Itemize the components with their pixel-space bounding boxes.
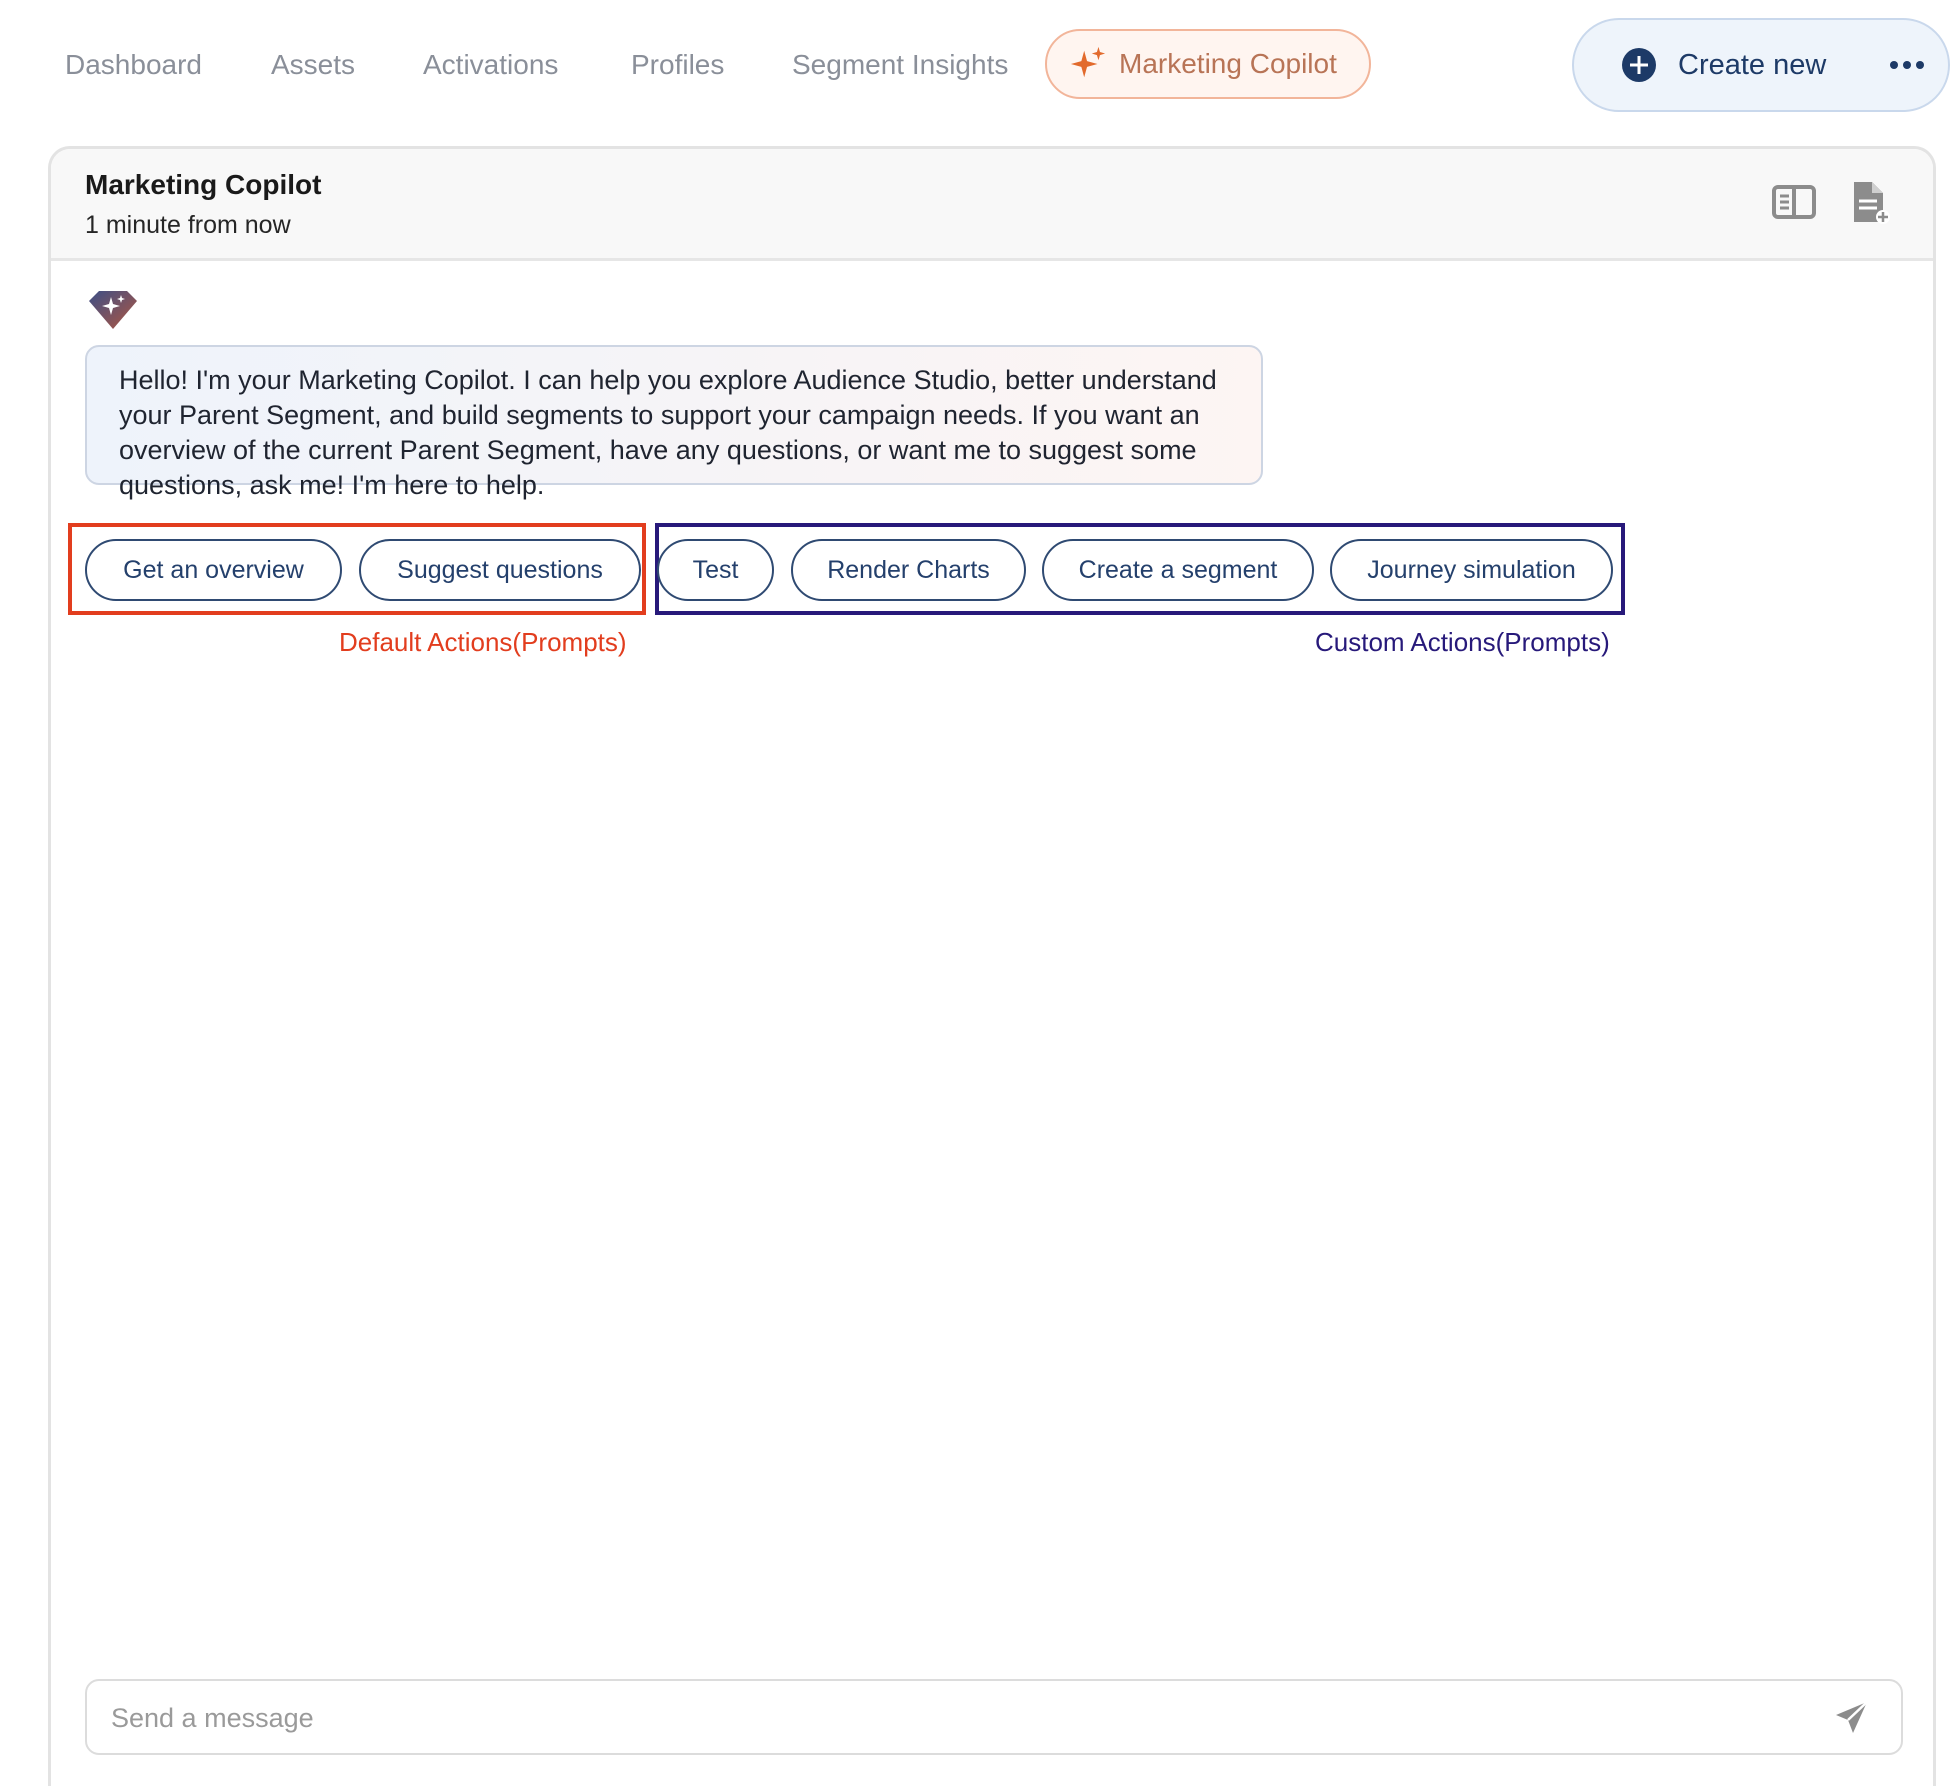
create-new-label: Create new bbox=[1678, 48, 1827, 81]
tab-marketing-copilot[interactable]: Marketing Copilot bbox=[1045, 29, 1371, 99]
split-view-icon[interactable] bbox=[1771, 179, 1817, 225]
suggest-questions-button[interactable]: Suggest questions bbox=[359, 539, 641, 601]
copilot-gem-icon bbox=[89, 291, 137, 329]
tab-activations[interactable]: Activations bbox=[423, 38, 558, 92]
create-segment-button[interactable]: Create a segment bbox=[1042, 539, 1314, 601]
assistant-message: Hello! I'm your Marketing Copilot. I can… bbox=[85, 345, 1263, 500]
sparkle-icon bbox=[1070, 46, 1106, 78]
panel-title: Marketing Copilot bbox=[85, 169, 322, 200]
create-new-button[interactable]: Create new bbox=[1572, 18, 1950, 112]
top-navigation: Dashboard Assets Activations Profiles Se… bbox=[0, 0, 1954, 130]
journey-simulation-button[interactable]: Journey simulation bbox=[1330, 539, 1613, 601]
more-horizontal-icon[interactable] bbox=[1890, 61, 1925, 69]
send-icon[interactable] bbox=[1833, 1699, 1871, 1737]
get-overview-button[interactable]: Get an overview bbox=[85, 539, 342, 601]
tab-segment-insights[interactable]: Segment Insights bbox=[792, 38, 1008, 92]
panel-timestamp: 1 minute from now bbox=[85, 211, 291, 239]
new-document-icon[interactable] bbox=[1846, 179, 1892, 225]
tab-assets[interactable]: Assets bbox=[271, 38, 355, 92]
panel-header: Marketing Copilot 1 minute from now bbox=[51, 149, 1933, 261]
copilot-panel: Marketing Copilot 1 minute from now Hell… bbox=[48, 146, 1936, 1786]
tab-profiles[interactable]: Profiles bbox=[631, 38, 724, 92]
tab-dashboard[interactable]: Dashboard bbox=[65, 38, 202, 92]
tab-marketing-copilot-label: Marketing Copilot bbox=[1119, 48, 1337, 79]
custom-actions-label: Custom Actions(Prompts) bbox=[1315, 627, 1610, 657]
plus-circle-icon bbox=[1622, 48, 1656, 82]
default-actions-label: Default Actions(Prompts) bbox=[339, 627, 627, 657]
message-input[interactable] bbox=[109, 1691, 1813, 1745]
message-composer bbox=[85, 1679, 1903, 1755]
render-charts-button[interactable]: Render Charts bbox=[791, 539, 1026, 601]
test-button[interactable]: Test bbox=[657, 539, 774, 601]
